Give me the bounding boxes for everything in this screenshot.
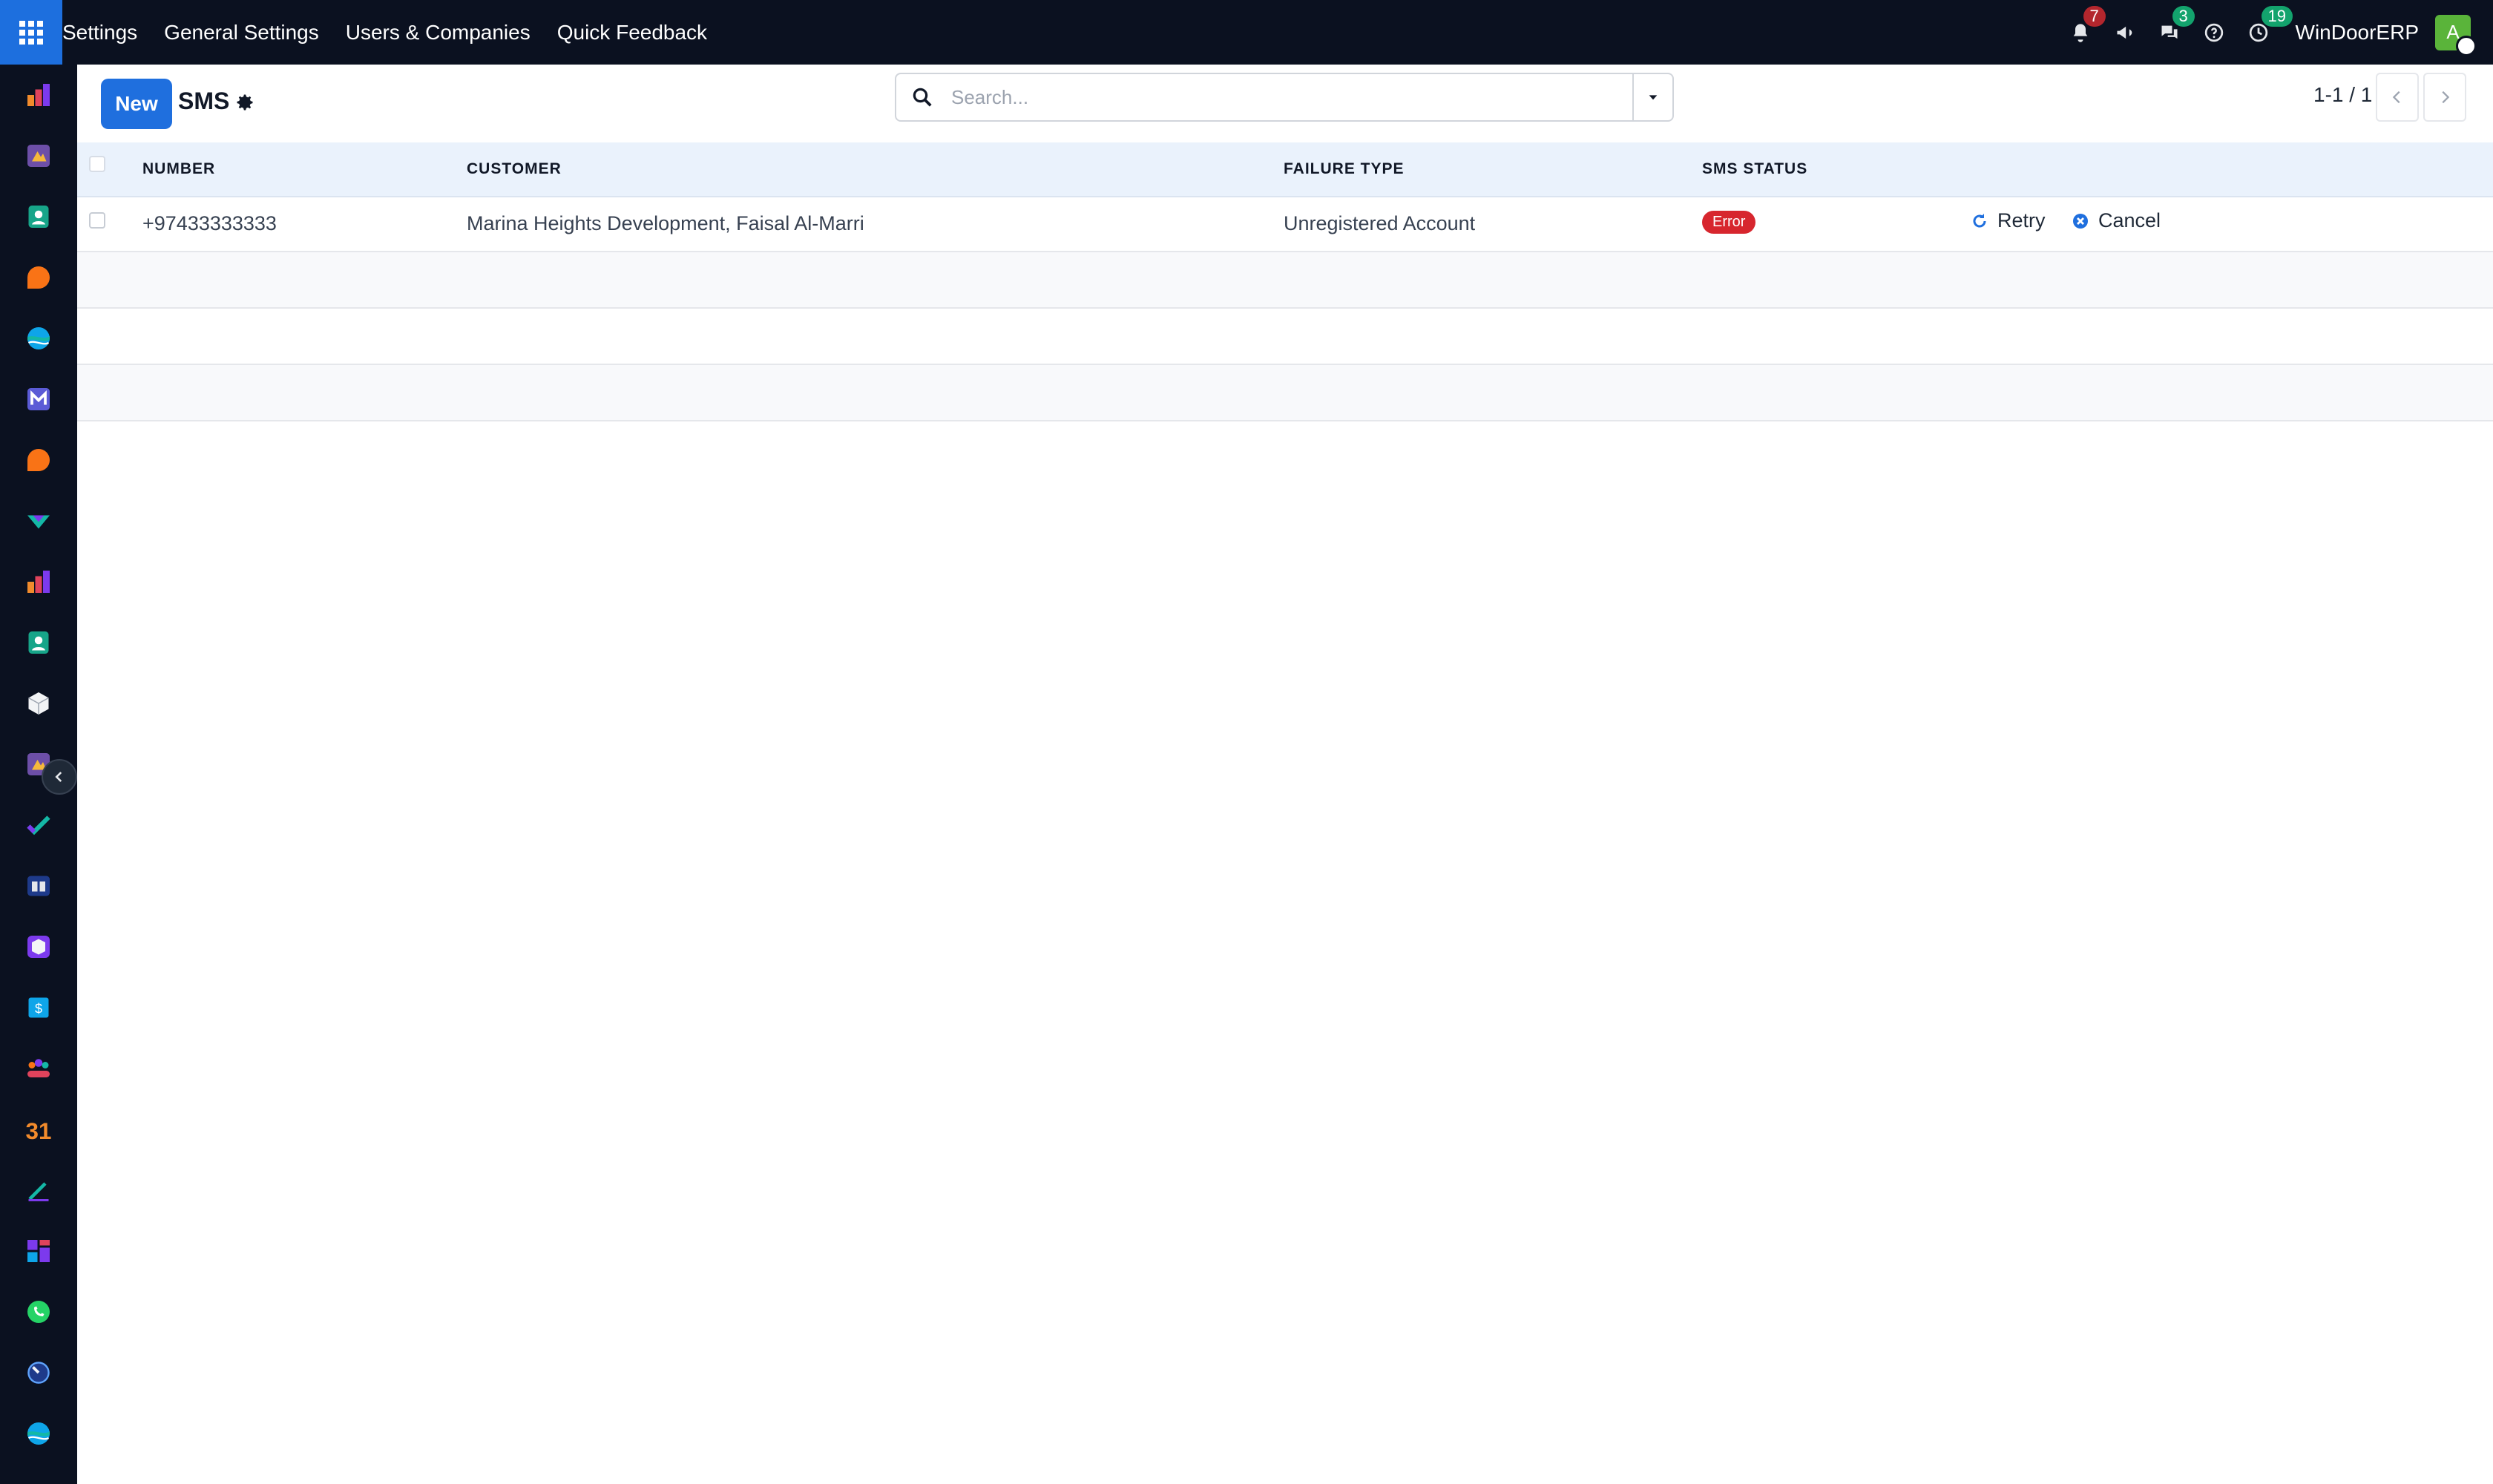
pager-value[interactable]: 1-1 / 1 (2313, 83, 2372, 107)
contacts-app-icon[interactable] (24, 202, 53, 232)
search-options-toggle[interactable] (1632, 74, 1672, 120)
product-app-icon[interactable] (24, 932, 53, 962)
top-navbar: Settings General Settings Users & Compan… (0, 0, 2493, 65)
status-badge: Error (1702, 211, 1756, 234)
employees-app-icon[interactable] (24, 628, 53, 657)
column-header-customer[interactable]: CUSTOMER (467, 160, 562, 178)
activities-count: 19 (2261, 6, 2293, 27)
website-2-app-icon[interactable] (24, 1419, 53, 1448)
empty-row (77, 365, 2493, 421)
gear-icon[interactable] (234, 92, 255, 113)
notifications-button[interactable]: 7 (2058, 0, 2106, 65)
menu-general-settings[interactable]: General Settings (164, 21, 319, 45)
megaphone-icon (2117, 26, 2132, 39)
row-checkbox[interactable] (89, 212, 105, 229)
table-header: NUMBER CUSTOMER FAILURE TYPE SMS STATUS (77, 142, 2493, 197)
column-header-sms-status[interactable]: SMS STATUS (1702, 160, 1807, 178)
svg-text:$: $ (35, 1002, 42, 1017)
timesheets-app-icon[interactable] (24, 1358, 53, 1388)
apps-grid-icon (19, 20, 43, 45)
discuss-app-icon[interactable] (24, 263, 53, 292)
question-circle-icon (2204, 23, 2223, 42)
approvals-app-icon[interactable] (24, 1175, 53, 1205)
table-row[interactable]: +97433333333 Marina Heights Development,… (77, 196, 2493, 252)
column-header-failure-type[interactable]: FAILURE TYPE (1284, 160, 1405, 178)
cancel-circle-icon (2073, 213, 2088, 229)
documents-app-icon[interactable] (24, 141, 53, 171)
refresh-icon (1973, 213, 1986, 227)
chevron-left-icon (2392, 91, 2400, 104)
retry-button[interactable]: Retry (1971, 209, 2046, 232)
user-avatar[interactable]: A (2435, 14, 2477, 56)
menu-users-companies[interactable]: Users & Companies (346, 21, 531, 45)
chevron-left-icon (55, 772, 62, 782)
empty-row (77, 252, 2493, 309)
expenses-app-icon[interactable]: $ (24, 993, 53, 1022)
company-switcher[interactable]: WinDoorERP (2296, 21, 2419, 45)
empty-row (77, 309, 2493, 365)
caret-down-icon (1649, 95, 1658, 100)
elearning-app-icon[interactable] (24, 871, 53, 901)
announcements-button[interactable] (2103, 0, 2147, 65)
accounting-app-icon[interactable] (24, 80, 53, 110)
messages-button[interactable]: 3 (2147, 0, 2195, 65)
inventory-app-icon[interactable] (24, 689, 53, 718)
reporting-app-icon[interactable] (24, 567, 53, 597)
search-icon (913, 88, 932, 107)
svg-text:31: 31 (26, 1118, 52, 1143)
menu-settings[interactable]: Settings (62, 21, 137, 45)
cell-customer: Marina Heights Development, Faisal Al-Ma… (467, 212, 864, 234)
cell-failure-type: Unregistered Account (1284, 212, 1476, 234)
calendar-app-icon[interactable]: 31 (24, 1114, 53, 1144)
select-all-checkbox[interactable] (89, 156, 105, 172)
cancel-label: Cancel (2098, 209, 2161, 232)
activities-button[interactable]: 19 (2236, 0, 2293, 65)
chevron-right-icon (2442, 91, 2450, 104)
live-chat-app-icon[interactable] (24, 445, 53, 475)
new-button[interactable]: New (101, 79, 172, 129)
email-marketing-app-icon[interactable] (24, 384, 53, 414)
cancel-button[interactable]: Cancel (2072, 209, 2161, 232)
help-button[interactable] (2192, 0, 2236, 65)
retry-label: Retry (1997, 209, 2046, 232)
search-input[interactable]: Search... (951, 86, 1028, 109)
sign-app-icon[interactable] (24, 506, 53, 536)
whatsapp-app-icon[interactable] (24, 1297, 53, 1327)
systray: 7 3 19 WinDoorERP A (2058, 0, 2493, 65)
crm-team-app-icon[interactable] (24, 1054, 53, 1083)
page-title: SMS (178, 88, 230, 114)
menu-quick-feedback[interactable]: Quick Feedback (557, 21, 707, 45)
pager-next-button[interactable] (2423, 73, 2466, 122)
website-app-icon[interactable] (24, 324, 53, 353)
project-app-icon[interactable] (24, 810, 53, 840)
search-bar: Search... (895, 73, 1674, 122)
cell-number: +97433333333 (142, 212, 277, 234)
sidebar-collapse-button[interactable] (42, 759, 77, 795)
clock-icon (2249, 23, 2267, 42)
dashboards-app-icon[interactable] (24, 1236, 53, 1266)
pager-previous-button[interactable] (2376, 73, 2419, 122)
app-menu-button[interactable] (0, 0, 62, 65)
presence-dot (2456, 35, 2477, 56)
column-header-number[interactable]: NUMBER (142, 160, 215, 178)
top-menu: Settings General Settings Users & Compan… (62, 0, 734, 65)
